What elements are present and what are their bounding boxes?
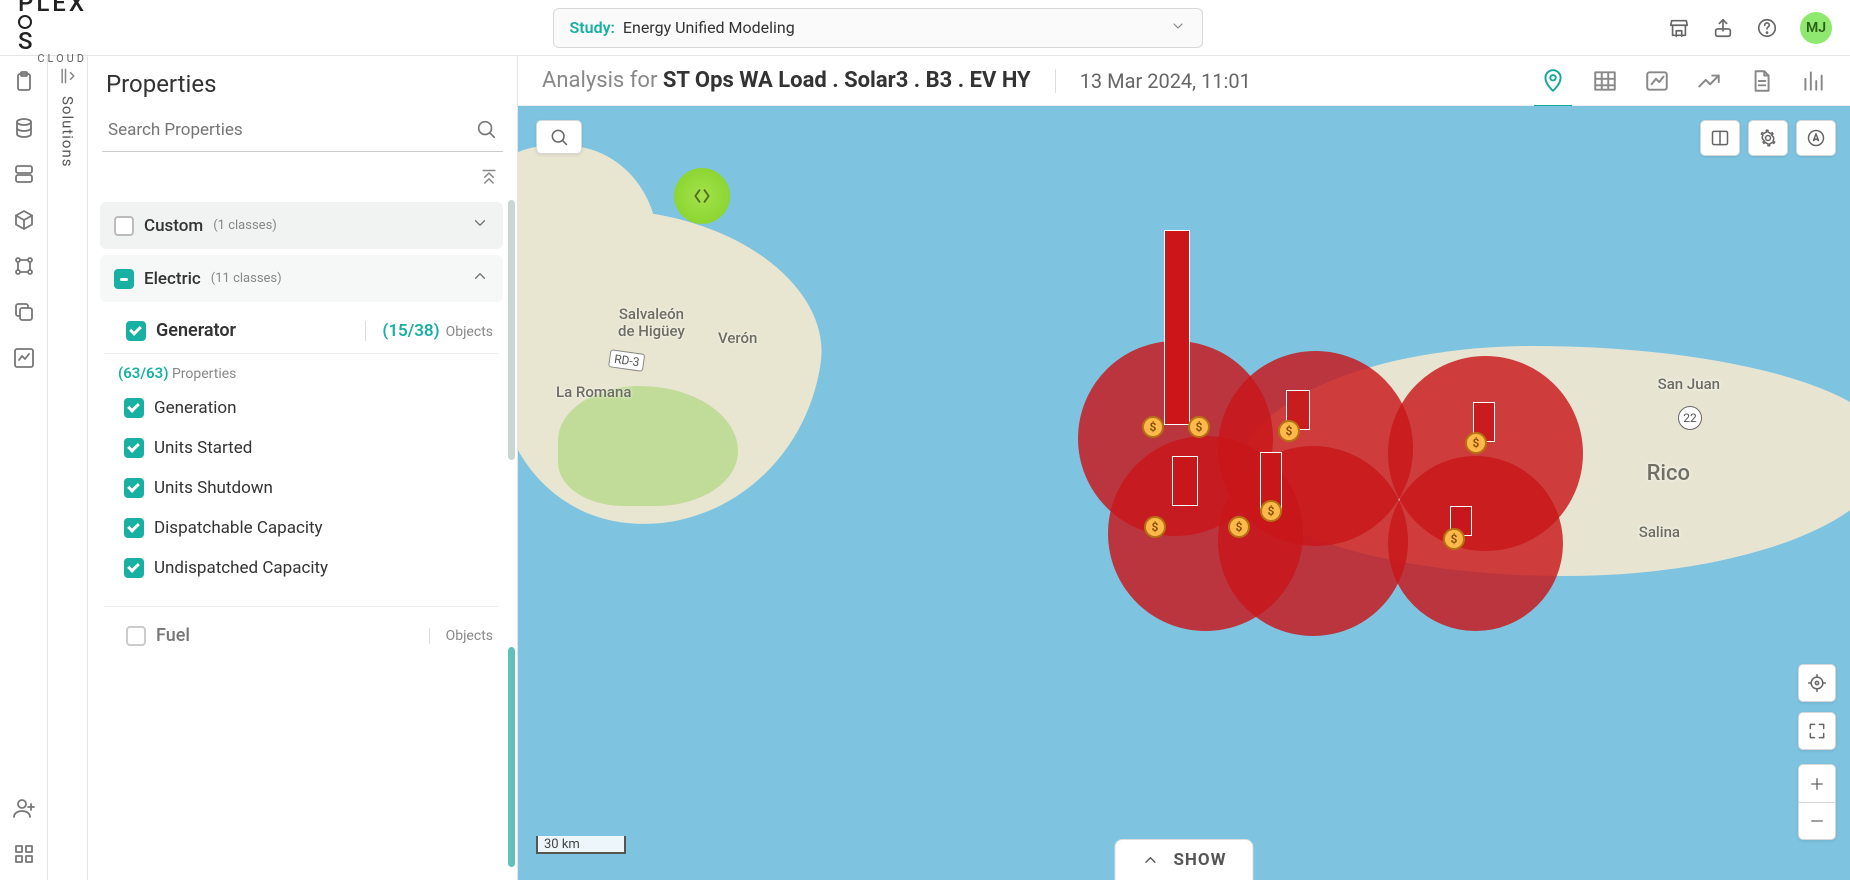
place-label: San Juan [1658, 376, 1720, 393]
road-shield: RD-3 [608, 349, 646, 372]
app-logo: PLEXS CLOUD [18, 0, 87, 64]
checkbox[interactable] [114, 216, 134, 236]
property-item[interactable]: Units Shutdown [96, 468, 507, 508]
view-map-icon[interactable] [1540, 68, 1566, 94]
place-label: Verón [718, 330, 757, 347]
properties-tree: Custom (1 classes) Electric (11 classes)… [88, 192, 517, 880]
map-layers-icon[interactable] [1748, 120, 1788, 156]
cube-icon[interactable] [12, 208, 36, 232]
class-label: Fuel [156, 625, 190, 646]
main-area: Analysis for ST Ops WA Load . Solar3 . B… [518, 56, 1850, 880]
property-item[interactable]: Undispatched Capacity [96, 548, 507, 588]
apps-icon[interactable] [12, 842, 36, 866]
group-label: Custom [144, 216, 203, 236]
view-bars-icon[interactable] [1800, 68, 1826, 94]
solutions-label[interactable]: Solutions [59, 96, 77, 168]
objects-label: Objects [446, 628, 493, 644]
scrollbar[interactable] [508, 647, 515, 867]
map-locate-icon[interactable] [1798, 664, 1836, 702]
group-label: Electric [144, 269, 201, 289]
map-split-icon[interactable] [1700, 120, 1740, 156]
user-avatar[interactable]: MJ [1800, 12, 1832, 44]
highway-shield: 22 [1678, 406, 1702, 430]
property-label: Undispatched Capacity [154, 558, 328, 578]
chevron-up-icon [471, 267, 489, 290]
objects-label: Objects [446, 324, 493, 340]
map-canvas[interactable]: RD-3 Salvaleón de Higüey Verón La Romana… [518, 106, 1850, 880]
class-fuel[interactable]: Fuel Objects [104, 606, 499, 658]
cursor-indicator [674, 168, 730, 224]
left-rail [0, 56, 48, 880]
chart-icon[interactable] [12, 346, 36, 370]
view-document-icon[interactable] [1748, 68, 1774, 94]
clipboard-icon[interactable] [12, 70, 36, 94]
property-item[interactable]: Dispatchable Capacity [96, 508, 507, 548]
map-compass-icon[interactable] [1796, 120, 1836, 156]
group-custom[interactable]: Custom (1 classes) [100, 202, 503, 249]
zoom-out-button[interactable] [1798, 802, 1836, 840]
study-selector[interactable]: Study: Energy Unified Modeling [553, 8, 1203, 48]
copy-icon[interactable] [12, 300, 36, 324]
chevron-down-icon [1170, 18, 1186, 38]
group-meta: (11 classes) [211, 271, 282, 286]
checkbox-checked[interactable] [124, 518, 144, 538]
map-search-button[interactable] [536, 120, 582, 154]
show-label: SHOW [1173, 850, 1226, 870]
collapse-icon[interactable] [58, 66, 78, 86]
analysis-timestamp: 13 Mar 2024, 11:01 [1055, 69, 1251, 93]
class-label: Generator [156, 320, 236, 341]
place-label: Salina [1639, 524, 1680, 541]
properties-count: (63/63) Properties [96, 354, 507, 388]
store-icon[interactable] [1668, 17, 1690, 39]
database-icon[interactable] [12, 116, 36, 140]
checkbox-checked[interactable] [124, 478, 144, 498]
checkbox-checked[interactable] [124, 558, 144, 578]
place-label: La Romana [556, 384, 631, 401]
property-item[interactable]: Units Started [96, 428, 507, 468]
study-label: Study: [570, 18, 615, 37]
map-fullscreen-icon[interactable] [1798, 712, 1836, 750]
checkbox-checked[interactable] [124, 438, 144, 458]
checkbox[interactable] [126, 626, 146, 646]
property-label: Dispatchable Capacity [154, 518, 323, 538]
zoom-in-button[interactable] [1798, 764, 1836, 802]
place-label: Rico [1647, 461, 1690, 486]
analysis-title: Analysis for ST Ops WA Load . Solar3 . B… [542, 68, 1031, 93]
properties-search-input[interactable] [102, 108, 503, 152]
help-icon[interactable] [1756, 17, 1778, 39]
view-table-icon[interactable] [1592, 68, 1618, 94]
objects-count: (15/38) [382, 321, 439, 341]
map-scale: 30 km [536, 836, 626, 854]
main-header: Analysis for ST Ops WA Load . Solar3 . B… [518, 56, 1850, 106]
scrollbar[interactable] [508, 200, 515, 460]
group-meta: (1 classes) [213, 218, 277, 233]
solutions-rail: Solutions [48, 56, 88, 880]
class-generator[interactable]: Generator (15/38) Objects [104, 308, 499, 354]
place-label: Salvaleón de Higüey [618, 306, 685, 341]
checkbox-checked[interactable] [124, 398, 144, 418]
view-chart-icon[interactable] [1644, 68, 1670, 94]
chevron-down-icon [471, 214, 489, 237]
properties-panel: Properties Custom (1 classes) Electric (… [88, 56, 518, 880]
topbar-actions: MJ [1668, 12, 1832, 44]
collapse-all-icon[interactable] [479, 168, 499, 188]
study-value: Energy Unified Modeling [623, 18, 795, 37]
share-icon[interactable] [1712, 17, 1734, 39]
view-switcher [1540, 68, 1826, 94]
checkbox-checked[interactable] [126, 321, 146, 341]
checkbox-indeterminate[interactable] [114, 269, 134, 289]
properties-title: Properties [88, 56, 517, 108]
property-label: Units Started [154, 438, 252, 458]
property-label: Units Shutdown [154, 478, 273, 498]
view-trend-icon[interactable] [1696, 68, 1722, 94]
search-icon [475, 118, 497, 140]
show-tray-button[interactable]: SHOW [1114, 839, 1253, 880]
server-icon[interactable] [12, 162, 36, 186]
topbar: PLEXS CLOUD Study: Energy Unified Modeli… [0, 0, 1850, 56]
network-icon[interactable] [12, 254, 36, 278]
property-item[interactable]: Generation [96, 388, 507, 428]
property-label: Generation [154, 398, 236, 418]
group-electric[interactable]: Electric (11 classes) [100, 255, 503, 302]
add-user-icon[interactable] [12, 796, 36, 820]
